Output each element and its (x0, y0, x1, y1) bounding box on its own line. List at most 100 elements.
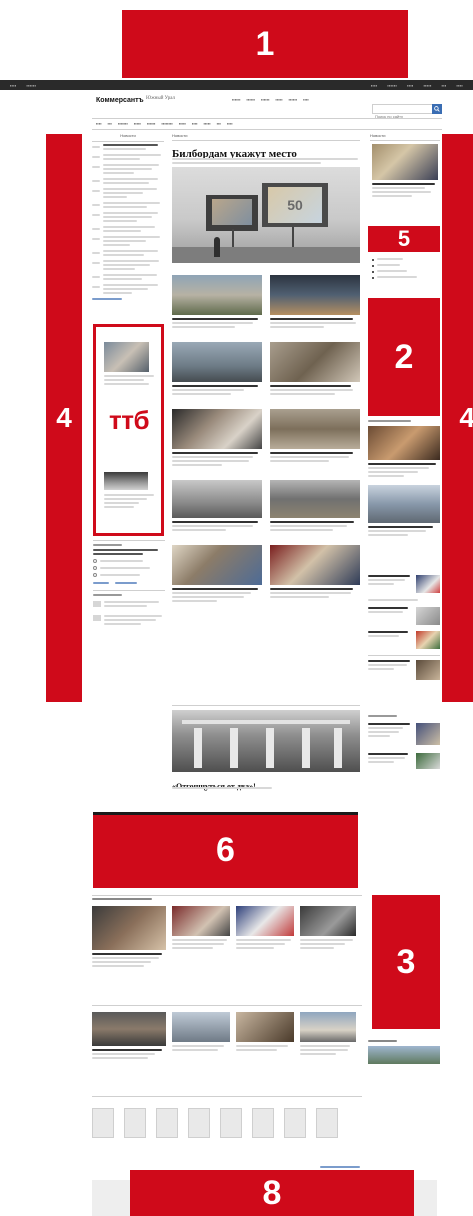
news-card[interactable] (270, 342, 360, 395)
bottom-right-box[interactable] (368, 1040, 440, 1070)
news-list-item[interactable] (92, 188, 164, 198)
topbar-item[interactable]: ▪▪▪▪ (457, 83, 463, 88)
promo-caption-1[interactable] (104, 375, 154, 385)
header-nav-item[interactable]: ▪▪▪▪▪▪ (289, 97, 298, 102)
news-list-item[interactable] (92, 144, 164, 150)
rubric-item[interactable]: ▪▪▪▪▪ (179, 121, 186, 126)
right-link[interactable] (372, 258, 438, 261)
news-list-item[interactable] (92, 260, 164, 270)
news-list-item[interactable] (92, 236, 164, 246)
archive-thumbnail[interactable] (92, 1108, 114, 1138)
news-card[interactable] (172, 409, 262, 466)
archive-link[interactable] (320, 1166, 360, 1168)
news-list-item[interactable] (92, 274, 164, 280)
rubric-item[interactable]: ▪▪▪▪▪▪ (147, 121, 156, 126)
region-label[interactable]: Южный Урал (146, 96, 175, 101)
archive-thumbnail[interactable] (124, 1108, 146, 1138)
right-small-item[interactable] (368, 753, 440, 769)
news-list-item[interactable] (92, 154, 164, 160)
rubric-item[interactable]: ▪▪▪▪ (96, 121, 102, 126)
bottom-news-card[interactable] (92, 906, 166, 967)
header-nav-item[interactable]: ▪▪▪▪▪▪ (232, 97, 241, 102)
bottom-news-card[interactable] (172, 906, 230, 967)
header-nav-item[interactable]: ▪▪▪▪▪▪ (261, 97, 270, 102)
news-list-item[interactable] (92, 226, 164, 232)
topbar-item[interactable]: ▪▪▪▪▪ (424, 83, 432, 88)
search-button[interactable] (432, 104, 442, 114)
right-small-item[interactable] (368, 660, 440, 680)
bottom-news-card[interactable] (236, 1012, 294, 1059)
search-input[interactable] (373, 112, 425, 121)
rubric-item[interactable]: ▪▪▪▪▪ (204, 121, 211, 126)
right-small-item[interactable] (368, 575, 440, 593)
archive-thumbnail[interactable] (316, 1108, 338, 1138)
poll-results-link[interactable] (115, 582, 137, 584)
right-small-item[interactable] (368, 607, 440, 625)
feature-image[interactable] (172, 710, 360, 772)
search-box[interactable] (372, 104, 438, 121)
right-feature-image[interactable] (372, 144, 438, 180)
topbar-item[interactable]: ▪▪▪▪▪▪ (387, 83, 397, 88)
archive-thumbnail[interactable] (220, 1108, 242, 1138)
right-feature-caption[interactable] (372, 183, 438, 197)
more-news-link[interactable] (92, 298, 122, 300)
sidebar-item[interactable] (93, 615, 165, 625)
right-small-item[interactable] (368, 723, 440, 745)
promo-caption-2[interactable] (104, 494, 154, 508)
rubric-item[interactable]: ▪▪▪ (108, 121, 112, 126)
news-list-item[interactable] (92, 250, 164, 256)
right-link[interactable] (372, 264, 438, 267)
right-link[interactable] (372, 276, 438, 279)
rubric-item[interactable]: ▪▪▪▪▪ (134, 121, 141, 126)
promo-image-1[interactable] (104, 342, 149, 372)
archive-thumbnail[interactable] (252, 1108, 274, 1138)
rubric-item[interactable]: ▪▪▪▪ (192, 121, 198, 126)
header-nav-item[interactable]: ▪▪▪▪▪▪ (247, 97, 256, 102)
news-card[interactable] (172, 342, 262, 395)
news-card[interactable] (270, 480, 360, 531)
news-list-item[interactable] (92, 212, 164, 222)
sidebar-item[interactable] (93, 601, 165, 607)
news-card[interactable] (270, 275, 360, 328)
site-logo[interactable]: Коммерсантъ (96, 97, 144, 104)
news-card[interactable] (172, 480, 262, 531)
poll-option[interactable] (93, 573, 165, 577)
right-article-image[interactable] (368, 426, 440, 460)
header-nav-item[interactable]: ▪▪▪▪▪ (276, 97, 283, 102)
bottom-news-card[interactable] (300, 1012, 356, 1059)
rubric-item[interactable]: ▪▪▪▪▪▪▪▪ (161, 121, 172, 126)
bottom-news-card[interactable] (300, 906, 356, 967)
right-article-image[interactable] (368, 485, 440, 523)
header-nav-item[interactable]: ▪▪▪▪ (303, 97, 309, 102)
news-card[interactable] (172, 275, 262, 328)
topbar-item[interactable]: ▪▪▪▪▪▪ (26, 83, 36, 88)
news-list-item[interactable] (92, 178, 164, 184)
topbar-item[interactable]: ▪▪▪▪ (10, 83, 16, 88)
bottom-news-card[interactable] (92, 1012, 166, 1059)
news-list-item[interactable] (92, 284, 164, 294)
news-list-item[interactable] (92, 202, 164, 208)
right-link[interactable] (372, 270, 438, 273)
rubric-item[interactable]: ▪▪▪▪▪▪▪ (118, 121, 128, 126)
rubric-item[interactable]: ▪▪▪ (217, 121, 221, 126)
right-small-item[interactable] (368, 631, 440, 649)
archive-thumbnail[interactable] (188, 1108, 210, 1138)
poll-option[interactable] (93, 559, 165, 563)
bottom-news-card[interactable] (236, 906, 294, 967)
topbar-item[interactable]: ▪▪▪ (442, 83, 447, 88)
archive-thumbnail[interactable] (156, 1108, 178, 1138)
poll-vote-link[interactable] (93, 582, 109, 584)
topbar-item[interactable]: ▪▪▪▪ (407, 83, 413, 88)
lead-image[interactable]: 50 (172, 167, 360, 263)
news-list-item[interactable] (92, 164, 164, 174)
bottom-news-card[interactable] (172, 1012, 230, 1059)
feature-headline[interactable]: «Отгонщуться от два»! (172, 776, 360, 794)
news-card[interactable] (270, 409, 360, 466)
archive-thumbnail[interactable] (284, 1108, 306, 1138)
news-card[interactable] (270, 545, 360, 602)
promo-image-2[interactable] (104, 472, 148, 490)
news-card[interactable] (172, 545, 262, 602)
topbar-item[interactable]: ▪▪▪▪ (371, 83, 377, 88)
poll-option[interactable] (93, 566, 165, 570)
rubric-item[interactable]: ▪▪▪▪ (227, 121, 233, 126)
